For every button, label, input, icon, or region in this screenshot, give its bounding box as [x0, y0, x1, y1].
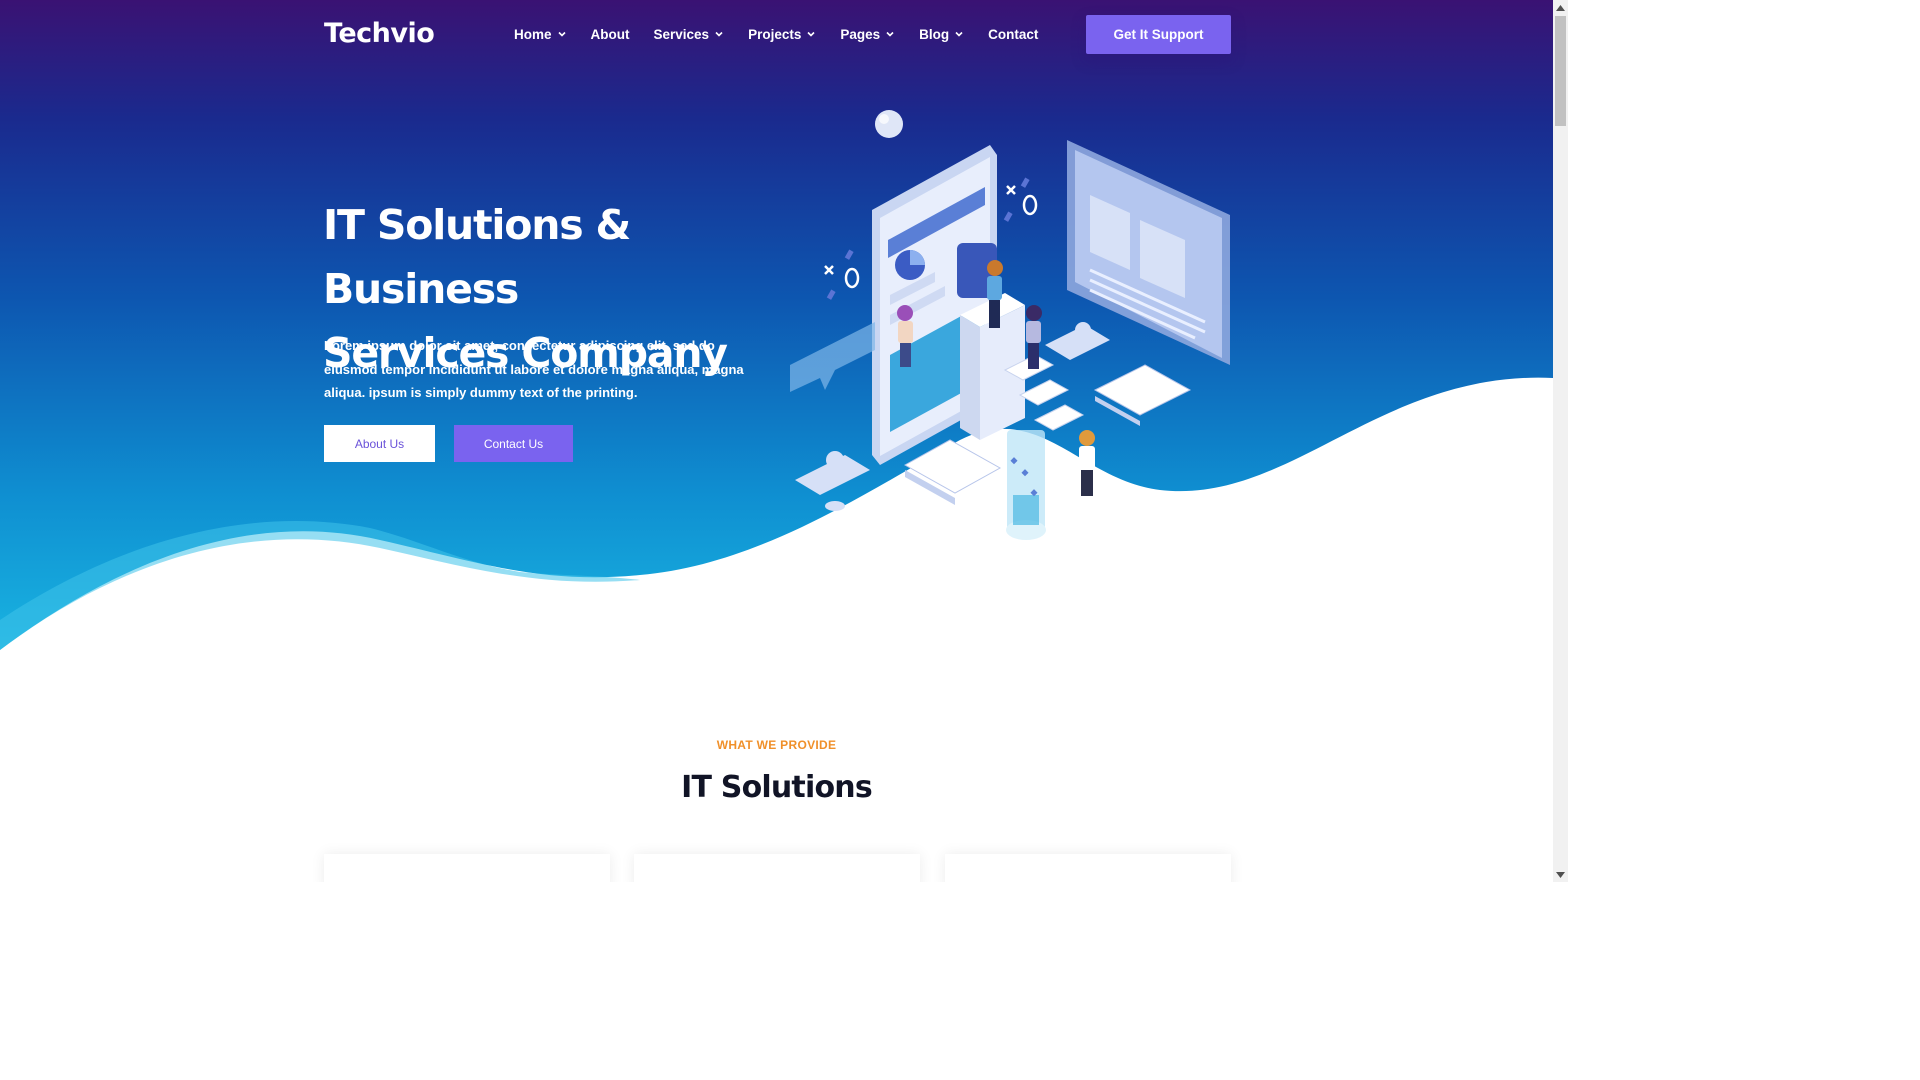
nav-item-about[interactable]: About [591, 24, 630, 44]
chevron-down-icon [557, 31, 566, 37]
service-card[interactable] [945, 854, 1231, 882]
hero-title-line-1: IT Solutions & Business [323, 201, 631, 313]
nav-item-contact[interactable]: Contact [988, 24, 1038, 44]
section-title: IT Solutions [681, 770, 873, 805]
hero-illustration [790, 110, 1230, 540]
nav-item-label: Pages [840, 26, 881, 42]
service-card[interactable] [324, 854, 610, 882]
nav-item-label: Services [653, 26, 710, 42]
chevron-down-icon [886, 31, 894, 37]
scroll-down-icon[interactable] [1553, 867, 1568, 882]
nav-item-label: Projects [748, 26, 802, 42]
nav-item-label: Blog [919, 26, 950, 42]
nav-item-label: About [590, 26, 630, 42]
main-nav: Home About Services Projects Pages Blog … [514, 24, 1062, 44]
section-eyebrow: WHAT WE PROVIDE [716, 738, 837, 752]
nav-item-label: Home [514, 26, 552, 42]
brand-logo[interactable]: Techvio [324, 18, 435, 49]
chevron-down-icon [715, 31, 723, 37]
nav-item-pages[interactable]: Pages [840, 24, 895, 44]
chevron-down-icon [807, 31, 815, 37]
nav-item-blog[interactable]: Blog [919, 24, 964, 44]
get-it-support-button[interactable]: Get It Support [1086, 15, 1231, 54]
scroll-up-icon[interactable] [1553, 0, 1568, 15]
hero-description: Lorem ipsum dolor sit amet, consectetur … [324, 338, 744, 400]
scrollbar-thumb[interactable] [1555, 16, 1566, 126]
about-us-button[interactable]: About Us [324, 425, 435, 462]
contact-us-button[interactable]: Contact Us [454, 425, 573, 462]
nav-item-projects[interactable]: Projects [748, 24, 816, 44]
nav-item-services[interactable]: Services [654, 24, 725, 44]
nav-item-home[interactable]: Home [514, 24, 567, 44]
page-scrollbar[interactable] [1553, 0, 1568, 882]
chevron-down-icon [955, 31, 963, 37]
nav-item-label: Contact [988, 26, 1039, 42]
service-card[interactable] [634, 854, 920, 882]
page: Techvio Home About Services Projects Pag… [0, 0, 1553, 882]
